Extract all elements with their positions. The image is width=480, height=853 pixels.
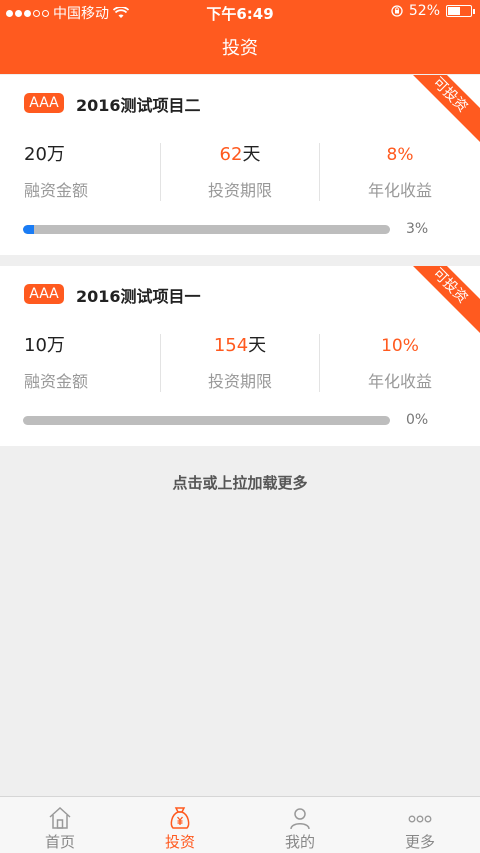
tab-bar: 首页 投资 我的 更多 <box>0 796 480 853</box>
period-label: 投资期限 <box>207 181 272 200</box>
period-column: 62天 投资期限 <box>160 143 320 201</box>
period-value: 62天 <box>161 143 319 167</box>
project-card[interactable]: AAA 2016测试项目一 可投资 10万 融资金额 154天 投资期限 10%… <box>0 266 480 446</box>
project-title: 2016测试项目一 <box>76 287 201 306</box>
status-ribbon: 可投资 <box>399 266 480 337</box>
nav-title: 投资 <box>0 24 480 74</box>
amount-value: 20万 <box>24 144 65 165</box>
tab-label: 更多 <box>404 833 435 851</box>
more-icon <box>408 815 432 823</box>
tab-mine[interactable]: 我的 <box>240 797 360 853</box>
progress-percent: 3% <box>406 221 429 237</box>
money-bag-icon <box>170 807 190 829</box>
progress-percent: 0% <box>406 412 429 428</box>
rate-value: 10% <box>381 336 419 356</box>
rate-column: 10% 年化收益 <box>320 334 480 394</box>
rating-badge: AAA <box>24 93 64 113</box>
home-icon <box>49 806 71 829</box>
tab-label: 投资 <box>164 833 195 851</box>
period-number: 154 <box>213 335 249 356</box>
rate-label: 年化收益 <box>367 181 432 200</box>
rate-column: 8% 年化收益 <box>320 143 480 203</box>
tab-label: 我的 <box>284 833 315 851</box>
tab-home[interactable]: 首页 <box>0 797 120 853</box>
tab-more[interactable]: 更多 <box>360 797 480 853</box>
status-ribbon: 可投资 <box>399 75 480 146</box>
status-right: 52% <box>391 3 475 19</box>
progress-fill <box>23 225 34 234</box>
period-unit: 天 <box>242 144 261 165</box>
battery-icon <box>446 5 475 17</box>
rate-label: 年化收益 <box>367 372 432 391</box>
amount-value: 10万 <box>24 335 65 356</box>
period-label: 投资期限 <box>207 372 272 391</box>
period-number: 62 <box>219 144 243 165</box>
user-icon <box>290 808 310 830</box>
progress-bar <box>23 416 390 425</box>
tab-label: 首页 <box>44 833 75 851</box>
rating-badge: AAA <box>24 284 64 304</box>
period-unit: 天 <box>248 335 267 356</box>
status-bar: 中国移动 下午6:49 52% <box>0 0 480 24</box>
amount-column: 20万 融资金额 <box>24 143 154 203</box>
amount-label: 融资金额 <box>24 372 89 391</box>
amount-column: 10万 融资金额 <box>24 334 154 394</box>
amount-label: 融资金额 <box>24 181 89 200</box>
period-column: 154天 投资期限 <box>160 334 320 392</box>
project-title: 2016测试项目二 <box>76 96 201 115</box>
project-card[interactable]: AAA 2016测试项目二 可投资 20万 融资金额 62天 投资期限 8% 年… <box>0 75 480 255</box>
load-more-button[interactable]: 点击或上拉加载更多 <box>0 472 480 493</box>
tab-invest[interactable]: 投资 <box>120 797 240 853</box>
period-value: 154天 <box>161 334 319 358</box>
rate-value: 8% <box>386 145 414 165</box>
orientation-lock-icon <box>391 5 403 17</box>
progress-bar <box>23 225 390 234</box>
battery-percent: 52% <box>408 3 440 19</box>
